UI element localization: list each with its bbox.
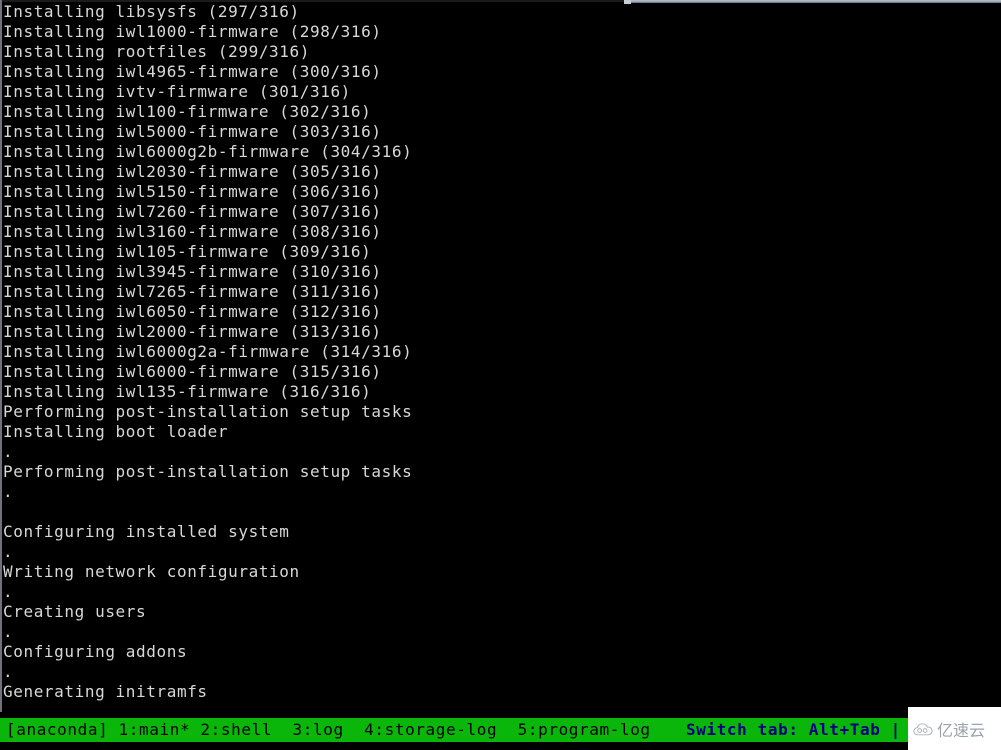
console-line: Installing iwl5150-firmware (306/316) [3,182,382,201]
console-line: Writing network configuration [3,562,300,581]
console-line: Configuring installed system [3,522,290,541]
console-line: Installing iwl4965-firmware (300/316) [3,62,382,81]
console-line: . [3,622,14,641]
console-line: Installing iwl6000-firmware (315/316) [3,362,382,381]
console-line: Installing rootfiles (299/316) [3,42,310,61]
console-line: Creating users [3,602,147,621]
cloud-icon [912,718,934,740]
console-line: . [3,662,14,681]
console-line: Installing iwl6050-firmware (312/316) [3,302,382,321]
console-line: . [3,582,14,601]
console-line: Installing ivtv-firmware (301/316) [3,82,351,101]
screen-bottom-padding [0,742,1001,750]
console-line: Performing post-installation setup tasks [3,462,413,481]
console-line: Performing post-installation setup tasks [3,402,413,421]
console-line: Installing iwl6000g2b-firmware (304/316) [3,142,413,161]
console-output: Installing libsysfs (297/316) Installing … [3,0,998,712]
console-line: Installing iwl6000g2a-firmware (314/316) [3,342,413,361]
console-line: Generating initramfs [3,682,208,701]
status-bar-hint: Switch tab: Alt+Tab | [686,720,901,739]
console-line: Installing iwl3945-firmware (310/316) [3,262,382,281]
window-left-border [0,0,2,745]
console-line: Installing iwl100-firmware (302/316) [3,102,372,121]
tmux-status-bar[interactable]: [anaconda] 1:main* 2:shell 3:log 4:stora… [0,718,1001,742]
console-line: Installing iwl5000-firmware (303/316) [3,122,382,141]
console-line: Installing iwl7260-firmware (307/316) [3,202,382,221]
console-line: . [3,442,14,461]
console-line: Installing iwl1000-firmware (298/316) [3,22,382,41]
watermark-text: 亿速云 [937,720,986,740]
console-line: Installing libsysfs (297/316) [3,2,300,21]
console-line: Installing iwl2030-firmware (305/316) [3,162,382,181]
status-bar-tabs[interactable]: [anaconda] 1:main* 2:shell 3:log 4:stora… [6,718,651,742]
console-line: Configuring addons [3,642,188,661]
console-line: Installing iwl135-firmware (316/316) [3,382,372,401]
terminal-screen: Installing libsysfs (297/316) Installing … [0,0,1001,750]
console-line: Installing iwl3160-firmware (308/316) [3,222,382,241]
console-line: Installing boot loader [3,422,229,441]
console-line: Installing iwl105-firmware (309/316) [3,242,372,261]
console-line: Installing iwl7265-firmware (311/316) [3,282,382,301]
watermark-overlay: 亿速云 [908,707,1001,750]
console-line: . [3,482,14,501]
console-line: . [3,542,14,561]
console-line: Installing iwl2000-firmware (313/316) [3,322,382,341]
